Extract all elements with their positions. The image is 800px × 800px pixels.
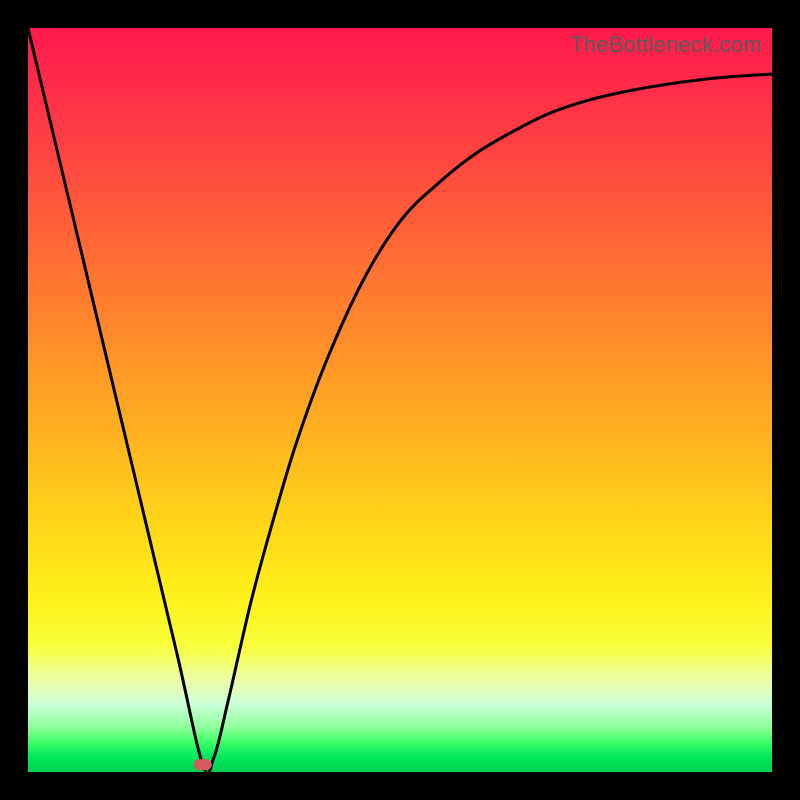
attribution-label: TheBottleneck.com bbox=[570, 32, 762, 58]
optimal-point-marker bbox=[194, 759, 212, 770]
curve-layer bbox=[28, 28, 772, 772]
bottleneck-curve bbox=[28, 28, 772, 772]
plot-area: TheBottleneck.com bbox=[28, 28, 772, 772]
optimal-point-marker bbox=[194, 759, 212, 770]
